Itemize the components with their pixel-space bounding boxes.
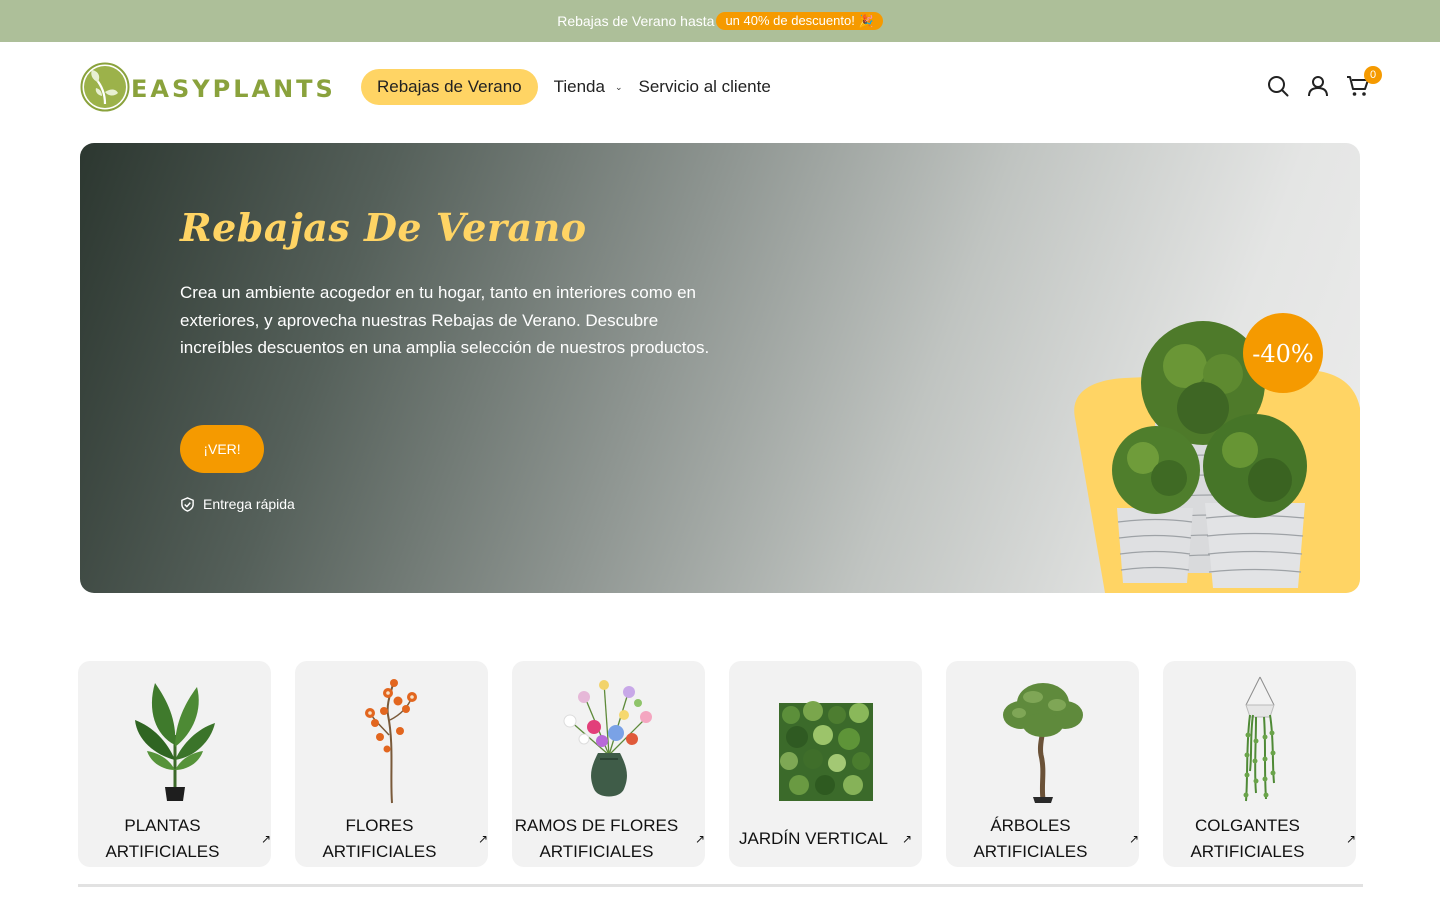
site-header: EASYPLANTS Rebajas de Verano Tienda ⌄ Se… [0,42,1440,132]
category-title: Flores artificiales [322,816,437,861]
party-popper-icon: 🎉 [858,13,874,28]
category-card-flores[interactable]: Flores artificiales ↗ [295,661,488,867]
category-title: Plantas artificiales [105,816,220,861]
category-label: Jardín vertical ↗ [729,813,922,865]
category-image [295,675,488,805]
category-title: Jardín vertical [738,829,888,848]
cart-count-badge: 0 [1364,66,1382,84]
arrow-up-right-icon: ↗ [477,832,488,846]
hero-description: Crea un ambiente acogedor en tu hogar, t… [180,283,710,357]
hero-cta-button[interactable]: ¡VER! [180,425,264,473]
hero-title: Rebajas De Verano [180,205,587,250]
category-label: Plantas artificiales ↗ [78,813,271,865]
category-label: Árboles artificiales ↗ [946,813,1139,865]
discount-badge-text: -40% [1252,340,1313,368]
chevron-down-icon: ⌄ [614,81,623,92]
bouquet-vase-image [563,680,652,797]
category-label: Flores artificiales ↗ [295,813,488,865]
fast-delivery-badge: Entrega rápida [180,496,295,512]
arrow-up-right-icon: ↗ [901,832,912,846]
orchid-stem-image [364,679,417,804]
cart-button[interactable]: 0 [1346,66,1382,98]
logo-wordmark: EASYPLANTS [131,75,336,103]
search-button[interactable] [1266,74,1290,98]
category-card-arboles[interactable]: Árboles artificiales ↗ [946,661,1139,867]
category-card-ramos[interactable]: Ramos de flores artificiales ↗ [512,661,705,867]
category-title: Árboles artificiales [973,816,1088,861]
hero-banner: Rebajas De Verano Crea un ambiente acoge… [80,143,1360,593]
category-label: Colgantes artificiales ↗ [1163,813,1356,865]
account-button[interactable] [1306,74,1330,98]
announcement-bar: Rebajas de Verano hasta un 40% de descue… [0,0,1440,42]
hanging-plant-image [1243,676,1275,802]
category-title: Ramos de flores artificiales [514,816,679,861]
category-card-colgantes[interactable]: Colgantes artificiales ↗ [1163,661,1356,867]
category-card-plantas[interactable]: Plantas artificiales ↗ [78,661,271,867]
category-grid: Plantas artificiales ↗ Flores artificial… [78,661,1363,867]
category-image [729,675,922,805]
nav-item-customer-service[interactable]: Servicio al cliente [639,77,771,97]
announcement-highlight-text: un 40% de descuento! [725,13,855,28]
potted-boxwood-image: -40% [1074,313,1360,593]
leaf-logo-icon [80,62,130,112]
arrow-up-right-icon: ↗ [1345,832,1356,846]
account-icon [1308,76,1328,97]
site-logo[interactable]: EASYPLANTS [80,62,336,112]
nav-item-summer-sale[interactable]: Rebajas de Verano [361,69,538,105]
olive-tree-image [1002,683,1083,803]
announcement-highlight[interactable]: un 40% de descuento! 🎉 [716,12,883,30]
arrow-up-right-icon: ↗ [1128,832,1139,846]
section-divider [78,884,1363,887]
search-icon [1268,76,1289,97]
category-card-jardin-vertical[interactable]: Jardín vertical ↗ [729,661,922,867]
main-nav: Rebajas de Verano Tienda ⌄ Servicio al c… [361,69,771,105]
nav-item-label: Rebajas de Verano [377,77,522,96]
category-label: Ramos de flores artificiales ↗ [512,813,705,865]
green-wall-image [778,701,873,801]
nav-item-label: Tienda [553,77,605,96]
nav-item-shop[interactable]: Tienda ⌄ [554,77,623,97]
arrow-up-right-icon: ↗ [694,832,705,846]
announcement-text: Rebajas de Verano hasta [557,13,715,29]
category-image [78,675,271,805]
category-image [1163,675,1356,805]
fast-delivery-text: Entrega rápida [203,496,295,512]
shield-check-icon [181,496,194,512]
category-image [946,675,1139,805]
category-title: Colgantes artificiales [1190,816,1305,861]
nav-item-label: Servicio al cliente [638,77,771,96]
arrow-up-right-icon: ↗ [260,832,271,846]
banana-plant-image [134,683,215,801]
header-actions: 0 [1266,66,1382,98]
category-image [512,675,705,805]
